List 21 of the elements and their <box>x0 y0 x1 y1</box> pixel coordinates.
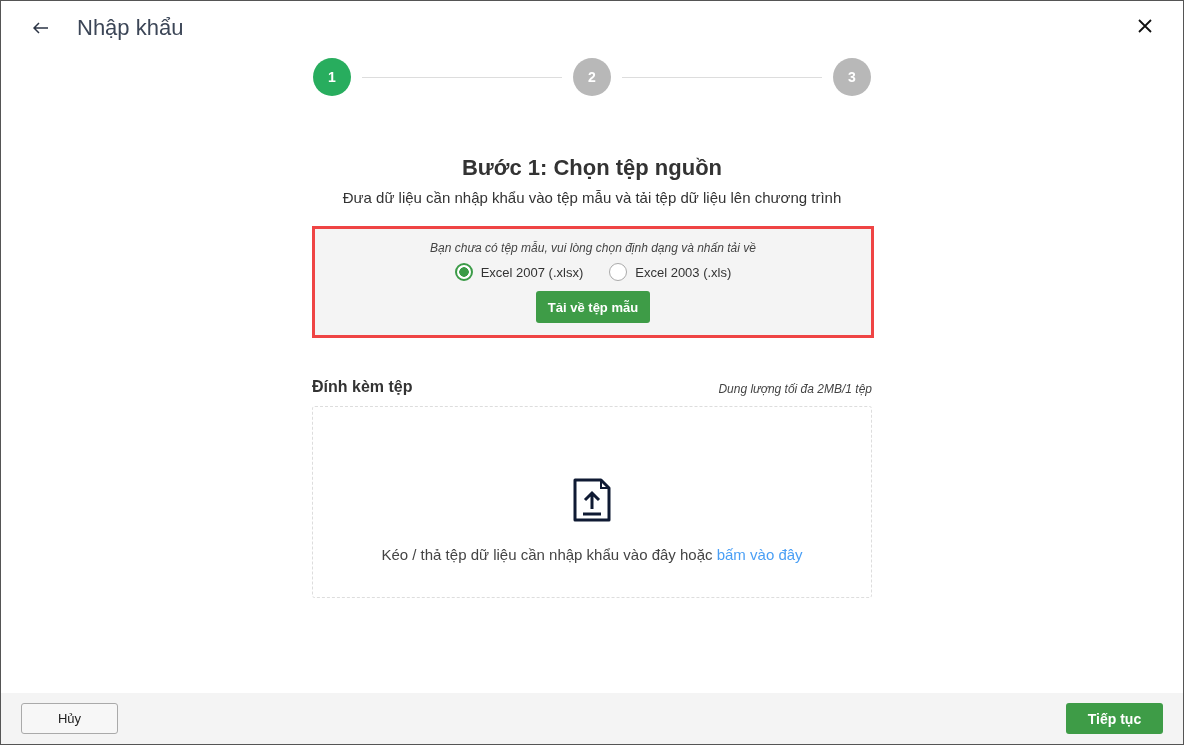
cancel-button[interactable]: Hủy <box>21 703 118 734</box>
attach-label: Đính kèm tệp <box>312 378 413 396</box>
template-hint: Bạn chưa có tệp mẫu, vui lòng chọn định dạng và nhấn tải về <box>430 241 756 255</box>
step-indicator: 1 <box>313 58 351 96</box>
step-heading: Bước 1: Chọn tệp nguồn <box>460 155 724 181</box>
file-drop-zone[interactable]: Kéo / thả tệp dữ liệu cần nhập khẩu vào đây hoặc bấm vào đây <box>312 406 872 598</box>
format-radio[interactable]: Excel 2007 (.xlsx) <box>454 263 584 281</box>
file-upload-icon <box>573 478 611 522</box>
format-radio[interactable]: Excel 2003 (.xls) <box>609 263 732 281</box>
step-indicator: 2 <box>573 58 611 96</box>
step-indicator: 3 <box>833 58 871 96</box>
close-icon[interactable] <box>1137 18 1153 34</box>
drop-instruction: Kéo / thả tệp dữ liệu cần nhập khẩu vào đây hoặc bấm vào đây <box>381 546 803 563</box>
window-title: Nhập khẩu <box>77 15 184 41</box>
back-arrow-icon[interactable] <box>33 22 49 34</box>
size-limit-note: Dung lượng tối đa 2MB/1 tệp <box>718 382 872 396</box>
radio-icon[interactable] <box>454 263 473 281</box>
step-description: Đưa dữ liệu cần nhập khẩu vào tệp mẫu và tải tệp dữ liệu lên chương trình <box>341 189 843 206</box>
radio-label: Excel 2003 (.xls) <box>635 264 732 280</box>
radio-icon[interactable] <box>609 263 628 281</box>
radio-label: Excel 2007 (.xlsx) <box>480 264 584 280</box>
